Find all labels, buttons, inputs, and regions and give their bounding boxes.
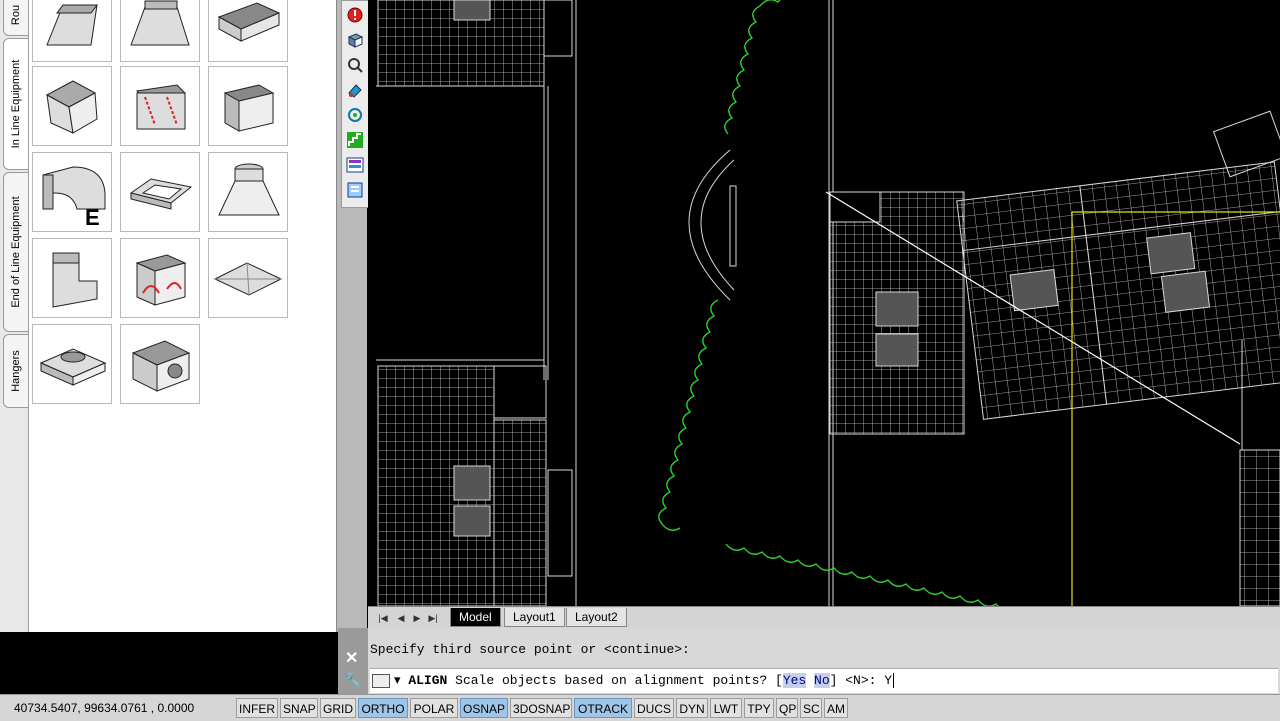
side-toolbar xyxy=(341,0,369,208)
properties-icon[interactable] xyxy=(344,179,366,201)
command-history: Specify third source point or <continue>… xyxy=(370,642,690,657)
tool-duct-box[interactable] xyxy=(208,66,288,146)
tool-duct-straight[interactable] xyxy=(208,0,288,62)
toggle-tpy[interactable]: TPY xyxy=(744,698,774,718)
command-window-handle[interactable]: ✕ 🔧 xyxy=(338,628,368,694)
command-name: ALIGN xyxy=(408,673,448,688)
option-no[interactable]: No xyxy=(814,673,830,688)
svg-text:E: E xyxy=(85,205,100,230)
tab-end-of-line-label: End of Line Equipment xyxy=(10,196,22,308)
stairs-icon[interactable] xyxy=(344,129,366,151)
palette-tabs: Rou In Line Equipment End of Line Equipm… xyxy=(0,0,29,632)
cad-drawing xyxy=(376,0,1280,606)
command-dropdown-icon[interactable]: ▾ xyxy=(394,673,408,688)
toggle-otrack[interactable]: OTRACK xyxy=(574,698,632,718)
tab-round-label: Rou xyxy=(10,4,22,26)
left-floor-plan xyxy=(376,0,577,606)
toggle-3dosnap[interactable]: 3DOSNAP xyxy=(510,698,572,718)
text-cursor xyxy=(893,673,895,688)
flat-plate-icon xyxy=(213,262,283,296)
duct-collar-icon xyxy=(129,178,193,210)
layout-tabs-bar: |◀ ◀ ▶ ▶| Model Layout1 Layout2 xyxy=(368,606,1280,629)
toggle-qp[interactable]: QP xyxy=(776,698,798,718)
toggle-osnap[interactable]: OSNAP xyxy=(460,698,508,718)
tab-model[interactable]: Model xyxy=(450,608,501,627)
tab-end-of-line-equipment[interactable]: End of Line Equipment xyxy=(3,172,28,332)
wrench-icon[interactable]: 🔧 xyxy=(344,672,361,689)
orbit-icon[interactable] xyxy=(344,104,366,126)
coordinate-readout: 40734.5407, 99634.0761 , 0.0000 xyxy=(14,701,195,715)
info-icon[interactable] xyxy=(344,4,366,26)
duct-transition-icon xyxy=(46,4,98,46)
tab-layout1[interactable]: Layout1 xyxy=(504,608,565,627)
command-input[interactable]: Y xyxy=(884,673,892,688)
duct-straight-icon xyxy=(217,2,281,42)
rotated-floor-plan xyxy=(956,161,1280,420)
prev-tab-icon[interactable]: ◀ xyxy=(394,611,408,625)
tab-hangers-label: Hangers xyxy=(10,350,22,392)
first-tab-icon[interactable]: |◀ xyxy=(376,611,390,625)
tool-round-takeoff[interactable] xyxy=(32,324,112,404)
tab-round[interactable]: Rou xyxy=(3,0,28,36)
tab-hangers[interactable]: Hangers xyxy=(3,334,28,408)
layer-icon[interactable] xyxy=(344,154,366,176)
round-takeoff-icon xyxy=(39,348,107,386)
last-tab-icon[interactable]: ▶| xyxy=(426,611,440,625)
drawing-canvas[interactable] xyxy=(368,0,1280,606)
toggle-snap[interactable]: SNAP xyxy=(280,698,318,718)
duct-offset-icon xyxy=(45,80,98,134)
tool-duct-collar[interactable] xyxy=(120,152,200,232)
center-floor-plan xyxy=(829,191,965,435)
tool-plenum-box[interactable] xyxy=(120,324,200,404)
status-bar: 40734.5407, 99634.0761 , 0.0000 INFER SN… xyxy=(0,694,1280,721)
tool-duct-transition[interactable] xyxy=(32,0,112,62)
toggle-ortho[interactable]: ORTHO xyxy=(358,698,408,718)
tool-duct-boot[interactable] xyxy=(32,238,112,318)
tool-flat-plate[interactable] xyxy=(208,238,288,318)
next-tab-icon[interactable]: ▶ xyxy=(410,611,424,625)
tool-palette: Rou In Line Equipment End of Line Equipm… xyxy=(0,0,336,632)
option-yes[interactable]: Yes xyxy=(782,673,807,688)
toggle-infer[interactable]: INFER xyxy=(236,698,278,718)
tool-duct-hood[interactable] xyxy=(208,152,288,232)
toggle-lwt[interactable]: LWT xyxy=(710,698,742,718)
zoom-icon[interactable] xyxy=(344,54,366,76)
duct-fitting-icon xyxy=(135,254,187,306)
duct-reducer-icon xyxy=(130,0,190,46)
paint-icon[interactable] xyxy=(344,79,366,101)
close-icon[interactable]: ✕ xyxy=(345,648,358,668)
duct-elbow-icon: E xyxy=(42,166,106,230)
toggle-dyn[interactable]: DYN xyxy=(676,698,708,718)
toggle-am[interactable]: AM xyxy=(824,698,848,718)
duct-damper-icon xyxy=(135,84,187,130)
tab-layout2[interactable]: Layout2 xyxy=(566,608,627,627)
duct-boot-icon xyxy=(52,252,98,308)
tool-duct-reducer[interactable] xyxy=(120,0,200,62)
toggle-sc[interactable]: SC xyxy=(800,698,822,718)
tool-duct-damper[interactable] xyxy=(120,66,200,146)
duct-box-icon xyxy=(223,84,275,132)
toggle-grid[interactable]: GRID xyxy=(320,698,356,718)
tool-duct-offset[interactable] xyxy=(32,66,112,146)
3d-box-icon[interactable] xyxy=(344,29,366,51)
plenum-box-icon xyxy=(131,340,191,392)
toggle-ducs[interactable]: DUCS xyxy=(634,698,674,718)
toggle-polar[interactable]: POLAR xyxy=(410,698,458,718)
duct-hood-icon xyxy=(218,163,280,216)
tab-in-line-label: In Line Equipment xyxy=(10,59,22,149)
command-window: ✕ 🔧 Specify third source point or <conti… xyxy=(338,628,1280,694)
tool-duct-elbow-e[interactable]: E xyxy=(32,152,112,232)
command-prompt: Scale objects based on alignment points?… xyxy=(455,673,783,688)
tab-in-line-equipment[interactable]: In Line Equipment xyxy=(3,38,28,170)
command-line-icon xyxy=(372,673,390,688)
tool-duct-fitting-red[interactable] xyxy=(120,238,200,318)
command-input-line[interactable]: ▾ ALIGN Scale objects based on alignment… xyxy=(370,668,1278,693)
command-prompt-tail: ] <N>: xyxy=(829,673,877,688)
